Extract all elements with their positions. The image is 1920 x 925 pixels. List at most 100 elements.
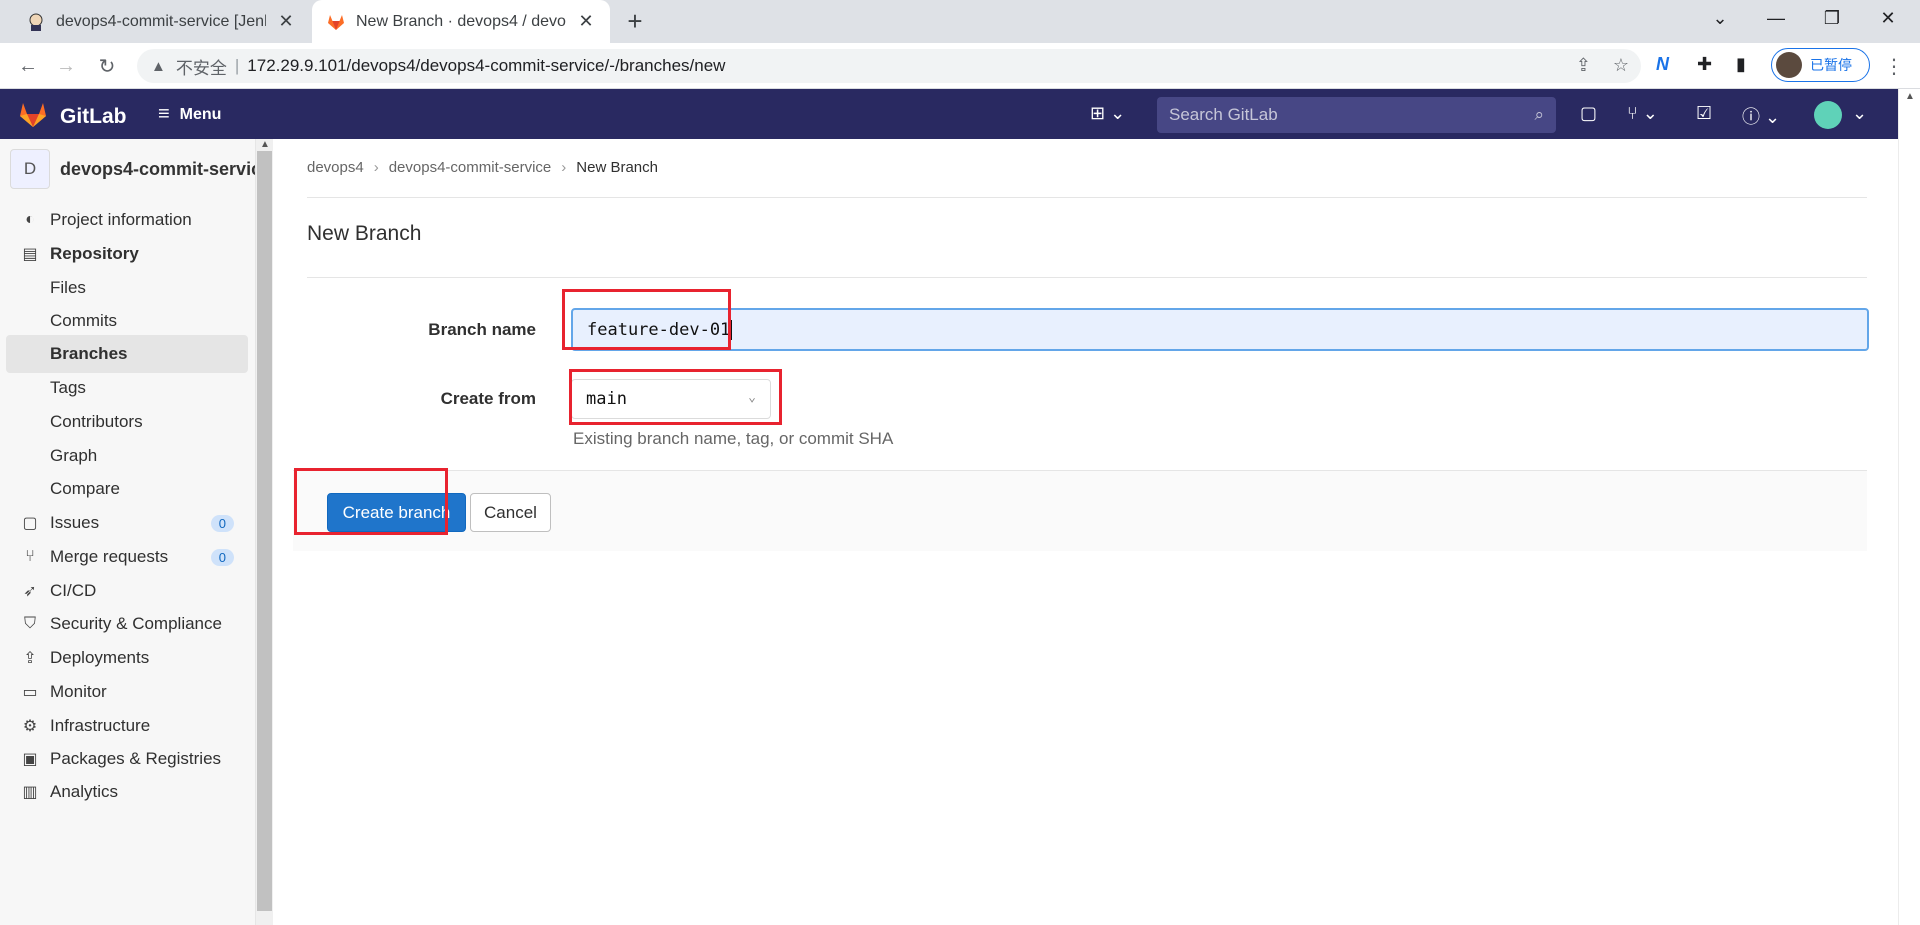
page-title: New Branch <box>307 222 422 245</box>
breadcrumb-item[interactable]: devops4-commit-service <box>389 159 552 176</box>
create-from-dropdown[interactable]: main ⌄ <box>571 379 771 419</box>
forward-icon[interactable]: → <box>52 52 80 80</box>
profile-button[interactable]: 已暂停 <box>1771 48 1870 82</box>
browser-tab-jenkins[interactable]: devops4-commit-service [Jenkins] ✕ <box>12 0 310 43</box>
more-icon[interactable]: ⋮ <box>1884 54 1904 79</box>
sidebar-item-label: Files <box>50 278 86 297</box>
address-bar[interactable]: ▲ 不安全 | 172.29.9.101/devops4/devops4-com… <box>137 49 1641 83</box>
sidebar-item-label: Repository <box>50 244 139 263</box>
sidebar-item-label: Packages & Registries <box>50 749 222 768</box>
cancel-button[interactable]: Cancel <box>470 493 551 532</box>
breadcrumb-item[interactable]: devops4 <box>307 159 364 176</box>
project-sidebar: D devops4-commit-service ◐ Project infor… <box>0 139 256 925</box>
sidebar-scrollbar[interactable]: ▲ <box>256 139 273 925</box>
sidebar-item-tags[interactable]: Tags <box>6 369 248 407</box>
back-icon[interactable]: ← <box>14 52 42 80</box>
scroll-up-icon[interactable]: ▲ <box>1905 91 1915 102</box>
todos-icon[interactable]: ☑ <box>1696 103 1712 124</box>
tab-title: New Branch · devops4 / devops4-commit-se… <box>356 12 566 30</box>
browser-tabstrip: devops4-commit-service [Jenkins] ✕ New B… <box>0 0 1920 43</box>
sidebar-item-label: Graph <box>50 446 98 465</box>
sidebar-item-merge-requests[interactable]: ⑂ Merge requests 0 <box>6 538 248 576</box>
tab-title: devops4-commit-service [Jenkins] <box>56 12 266 30</box>
menu-label: Menu <box>179 105 222 123</box>
gitlab-search-input[interactable]: Search GitLab ⌕ <box>1157 97 1556 133</box>
extension-n-icon[interactable]: N <box>1656 54 1669 75</box>
restore-icon[interactable]: ❐ <box>1804 0 1860 36</box>
sidebar-item-monitor[interactable]: ▭ Monitor <box>6 673 248 711</box>
user-avatar[interactable] <box>1814 101 1842 129</box>
shield-icon: ⛉ <box>23 615 36 632</box>
create-branch-button[interactable]: Create branch <box>327 493 466 532</box>
sidebar-item-deployments[interactable]: ⇪ Deployments <box>6 639 248 677</box>
window-close-icon[interactable]: ✕ <box>1860 0 1916 36</box>
create-from-value: main <box>586 389 627 409</box>
puzzle-icon[interactable]: ✚ <box>1697 54 1712 75</box>
gitlab-topbar: GitLab ≡ Menu ⊞ ⌄ Search GitLab ⌕ ▢ ⑂ ⌄ … <box>0 89 1898 139</box>
chevron-down-icon[interactable]: ⌄ <box>1852 103 1867 124</box>
chevron-right-icon: › <box>373 159 379 176</box>
breadcrumb: devops4 › devops4-commit-service › New B… <box>307 159 658 176</box>
sidebar-item-branches[interactable]: Branches <box>6 335 248 373</box>
monitor-icon: ▭ <box>22 684 38 701</box>
menu-button[interactable]: ≡ Menu <box>158 103 221 126</box>
minimize-icon[interactable]: — <box>1748 0 1804 36</box>
create-from-help: Existing branch name, tag, or commit SHA <box>573 429 894 448</box>
sidebar-item-label: CI/CD <box>50 581 97 600</box>
sidebar-item-label: Project information <box>50 210 192 229</box>
sidebar-item-repository[interactable]: ▤ Repository <box>6 235 248 273</box>
gitlab-brand: GitLab <box>60 104 127 128</box>
scroll-up-icon[interactable]: ▲ <box>260 139 270 150</box>
sidebar-item-security[interactable]: ⛉ Security & Compliance <box>6 605 248 643</box>
gitlab-home-link[interactable]: GitLab <box>18 100 127 133</box>
jenkins-icon <box>26 12 46 32</box>
browser-toolbar: ← → ↻ ▲ 不安全 | 172.29.9.101/devops4/devop… <box>0 43 1920 89</box>
close-icon[interactable]: ✕ <box>576 11 596 32</box>
divider <box>307 277 1867 278</box>
page-scrollbar[interactable]: ▲ <box>1898 89 1920 925</box>
deployments-icon: ⇪ <box>23 650 37 667</box>
new-item-icon[interactable]: ⊞ ⌄ <box>1090 103 1125 124</box>
sidebar-item-analytics[interactable]: ▥ Analytics <box>6 773 248 811</box>
package-icon: ▣ <box>22 751 38 768</box>
sidebar-project-header[interactable]: D devops4-commit-service <box>10 147 256 191</box>
count-badge: 0 <box>210 548 234 566</box>
sidebar-item-label: Analytics <box>50 782 119 801</box>
project-name: devops4-commit-service <box>60 158 256 179</box>
scrollbar-thumb[interactable] <box>257 151 272 911</box>
issues-nav-icon[interactable]: ▢ <box>1580 103 1597 124</box>
sidebar-item-label: Contributors <box>50 412 143 431</box>
branch-name-input[interactable]: feature-dev-01 <box>571 308 1869 351</box>
avatar <box>1776 52 1802 78</box>
sidebar-item-contributors[interactable]: Contributors <box>6 403 248 441</box>
profile-label: 已暂停 <box>1810 57 1852 73</box>
chevron-down-icon: ⌄ <box>748 390 756 405</box>
new-tab-button[interactable]: + <box>620 6 650 36</box>
sidebar-item-compare[interactable]: Compare <box>6 470 248 508</box>
sidebar-item-label: Tags <box>50 378 86 397</box>
sidebar-item-label: Issues <box>50 513 100 532</box>
close-icon[interactable]: ✕ <box>276 11 296 32</box>
issues-icon: ▢ <box>22 515 38 532</box>
chevron-down-icon[interactable]: ⌄ <box>1692 0 1748 36</box>
reload-icon[interactable]: ↻ <box>93 52 121 80</box>
help-icon[interactable]: ⓘ ⌄ <box>1742 103 1780 129</box>
breadcrumb-current[interactable]: New Branch <box>576 159 658 176</box>
hamburger-icon: ≡ <box>158 103 170 125</box>
gitlab-icon <box>326 12 346 32</box>
sidebar-item-label: Compare <box>50 479 120 498</box>
rocket-icon: ➶ <box>23 583 37 600</box>
star-icon[interactable]: ☆ <box>1613 55 1629 76</box>
merge-requests-nav-icon[interactable]: ⑂ ⌄ <box>1627 103 1658 124</box>
sidepanel-icon[interactable]: ▮ <box>1736 54 1746 75</box>
branch-name-label: Branch name <box>428 320 536 339</box>
browser-tab-gitlab[interactable]: New Branch · devops4 / devops4-commit-se… <box>312 0 610 43</box>
sidebar-item-project-information[interactable]: ◐ Project information <box>6 201 248 239</box>
text-caret <box>731 319 733 340</box>
sidebar-item-issues[interactable]: ▢ Issues 0 <box>6 504 248 542</box>
main-content: devops4 › devops4-commit-service › New B… <box>273 139 1898 925</box>
search-icon: ⌕ <box>1534 105 1544 124</box>
share-icon[interactable]: ⇪ <box>1576 55 1591 76</box>
sidebar-item-label: Infrastructure <box>50 716 151 735</box>
branch-name-value: feature-dev-01 <box>587 319 731 340</box>
